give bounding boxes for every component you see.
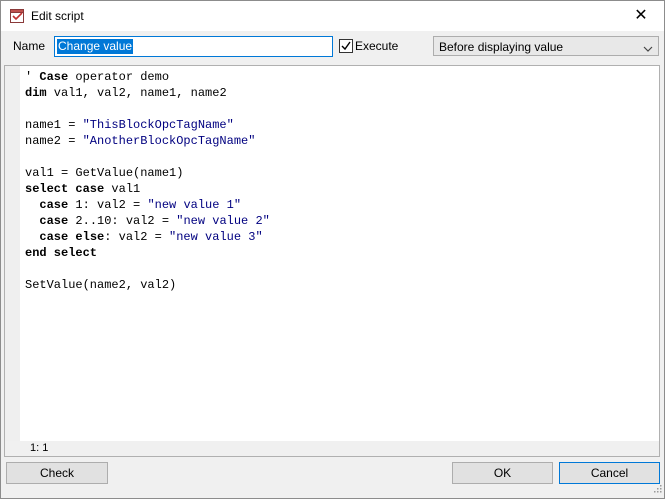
check-mark-icon: [341, 41, 351, 51]
title-bar: Edit script ✕: [1, 1, 664, 31]
code-token: ': [25, 70, 40, 84]
code-line[interactable]: name1 = "ThisBlockOpcTagName": [25, 117, 270, 133]
code-token: "AnotherBlockOpcTagName": [82, 134, 256, 148]
code-token: name1 =: [25, 118, 83, 132]
check-button[interactable]: Check: [6, 462, 108, 484]
code-line[interactable]: dim val1, val2, name1, name2: [25, 85, 270, 101]
code-token: select case: [25, 182, 105, 196]
code-token: 2..10: val2 =: [68, 214, 177, 228]
editor-gutter: [5, 66, 20, 441]
window-title: Edit script: [31, 9, 84, 23]
code-token: val1, val2, name1, name2: [46, 86, 227, 100]
cancel-button[interactable]: Cancel: [559, 462, 660, 484]
code-line[interactable]: case 2..10: val2 = "new value 2": [25, 213, 270, 229]
name-label: Name: [13, 39, 46, 53]
code-token: case: [39, 214, 69, 228]
code-token: : val2 =: [104, 230, 170, 244]
execute-label: Execute: [355, 39, 399, 53]
code-line[interactable]: [25, 101, 270, 117]
code-line[interactable]: [25, 149, 270, 165]
close-button[interactable]: ✕: [618, 1, 664, 31]
checkbox-box[interactable]: [339, 39, 353, 53]
code-token: Case: [39, 70, 69, 84]
trigger-select-value: Before displaying value: [439, 40, 564, 54]
code-token: dim: [25, 86, 47, 100]
code-line[interactable]: end select: [25, 245, 270, 261]
code-line[interactable]: val1 = GetValue(name1): [25, 165, 270, 181]
code-line[interactable]: select case val1: [25, 181, 270, 197]
code-token: case else: [39, 230, 105, 244]
code-line[interactable]: ' Case operator demo: [25, 69, 270, 85]
edit-script-dialog: Edit script ✕ Name Change value Execute …: [0, 0, 665, 499]
code-line[interactable]: name2 = "AnotherBlockOpcTagName": [25, 133, 270, 149]
close-icon: ✕: [634, 7, 648, 24]
code-token: "new value 3": [169, 230, 263, 244]
code-line[interactable]: SetValue(name2, val2): [25, 277, 270, 293]
code-token: val1 = GetValue(name1): [25, 166, 184, 180]
code-token: val1: [104, 182, 141, 196]
code-line[interactable]: [25, 261, 270, 277]
code-line[interactable]: case else: val2 = "new value 3": [25, 229, 270, 245]
name-input-value: Change value: [57, 39, 134, 54]
code-line[interactable]: case 1: val2 = "new value 1": [25, 197, 270, 213]
code-token: end select: [25, 246, 98, 260]
name-input[interactable]: Change value: [54, 36, 333, 57]
code-token: case: [39, 198, 69, 212]
code-editor[interactable]: ' Case operator demo dim val1, val2, name…: [4, 65, 660, 457]
script-app-icon: [10, 9, 25, 23]
code-token: name2 =: [25, 134, 83, 148]
code-token: SetValue(name2, val2): [25, 278, 177, 292]
code-token: 1: val2 =: [68, 198, 148, 212]
ok-button[interactable]: OK: [452, 462, 553, 484]
cursor-position: 1: 1: [30, 442, 49, 454]
chevron-down-icon: [643, 42, 653, 56]
code-token: operator demo: [68, 70, 170, 84]
code-token: "new value 2": [176, 214, 270, 228]
code-token: "new value 1": [147, 198, 242, 212]
editor-status-bar: 1: 1: [5, 441, 659, 456]
trigger-select[interactable]: Before displaying value: [433, 36, 659, 56]
resize-grip-icon[interactable]: [652, 482, 662, 496]
code-token: "ThisBlockOpcTagName": [82, 118, 234, 132]
code-text[interactable]: ' Case operator demo dim val1, val2, name…: [25, 69, 270, 293]
